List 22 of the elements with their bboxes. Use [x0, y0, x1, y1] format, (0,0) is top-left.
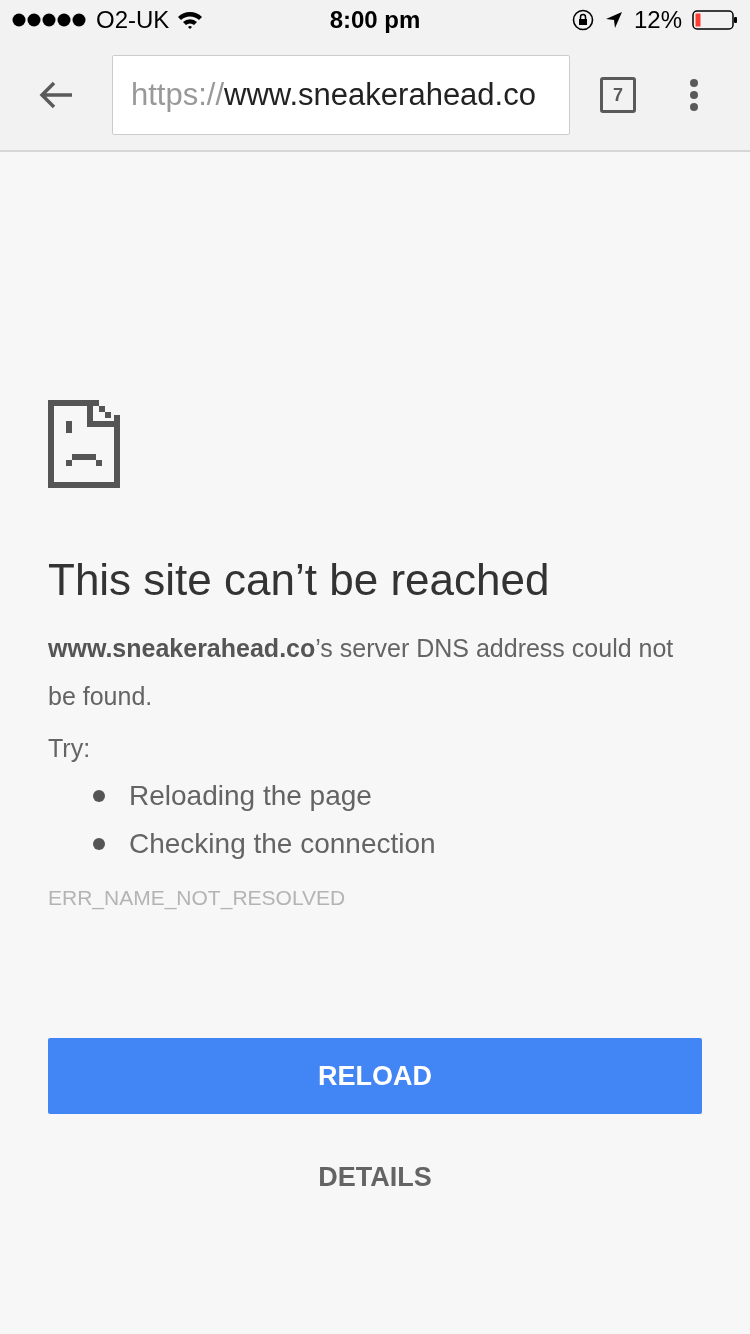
sad-page-icon — [48, 400, 120, 488]
suggestion-text: Checking the connection — [129, 828, 436, 860]
rotation-lock-icon — [571, 9, 594, 31]
bullet-icon — [93, 790, 105, 802]
signal-icon — [12, 13, 88, 27]
error-message: www.sneakerahead.co’s server DNS address could not be found. — [48, 633, 675, 712]
suggestion-text: Reloading the page — [129, 780, 372, 812]
battery-percentage: 12% — [633, 6, 682, 34]
error-code: ERR_NAME_NOT_RESOLVED — [48, 886, 346, 910]
tab-count-button[interactable]: 7 — [600, 77, 636, 113]
back-button[interactable] — [38, 80, 74, 110]
details-button[interactable]: DETAILS — [302, 1154, 448, 1201]
battery-icon — [692, 10, 738, 30]
menu-button[interactable] — [688, 77, 700, 113]
address-field[interactable]: https://www.sneakerahead.co — [112, 55, 570, 135]
clock-time: 8:00 pm — [328, 6, 422, 34]
carrier-name: O2-UK — [96, 6, 170, 34]
wifi-icon — [177, 10, 204, 30]
error-title: This site can’t be reached — [48, 554, 550, 606]
try-label: Try: — [48, 733, 91, 764]
reload-button[interactable]: RELOAD — [48, 1038, 702, 1114]
bullet-icon — [93, 838, 105, 850]
